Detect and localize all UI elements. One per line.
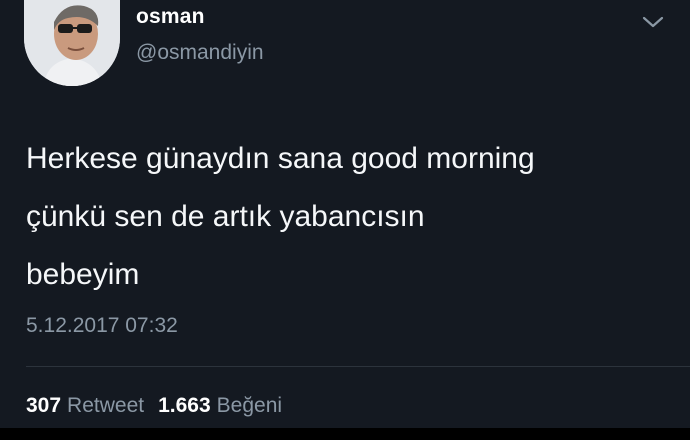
divider — [26, 366, 690, 367]
display-name[interactable]: osman — [136, 5, 205, 29]
chevron-down-icon[interactable] — [640, 12, 666, 32]
tweet-text: Herkese günaydın sana good morning çünkü… — [26, 142, 535, 291]
tweet-card: osman @osmandiyin Herkese günaydın sana … — [0, 0, 690, 428]
avatar-photo — [24, 0, 120, 86]
engagement-stats: 307 Retweet 1.663 Beğeni — [26, 394, 282, 418]
tweet-timestamp[interactable]: 5.12.2017 07:32 — [26, 314, 178, 338]
retweet-count[interactable]: 307 — [26, 394, 61, 417]
bottom-bar — [0, 428, 690, 440]
avatar[interactable] — [24, 0, 120, 86]
like-label[interactable]: Beğeni — [217, 394, 282, 417]
retweet-label[interactable]: Retweet — [67, 394, 144, 417]
like-count[interactable]: 1.663 — [158, 394, 211, 417]
user-handle[interactable]: @osmandiyin — [136, 41, 264, 65]
